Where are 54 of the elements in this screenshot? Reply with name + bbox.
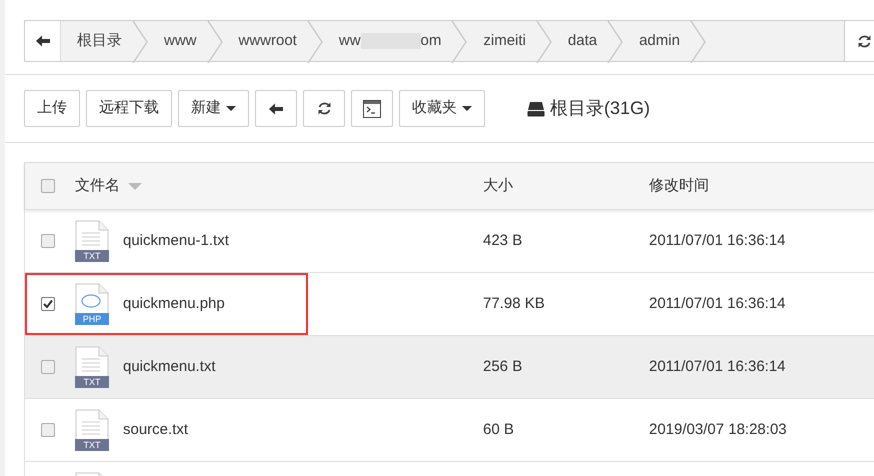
- refresh-icon: [857, 34, 872, 48]
- back-arrow-icon: [34, 34, 50, 48]
- file-name[interactable]: source.txt: [123, 418, 188, 442]
- table-row[interactable]: TXT quickmenu-1.txt 423 B 2011/07/01 16:36:14: [25, 209, 874, 272]
- file-icon: TXT: [75, 346, 109, 388]
- dropdown-button[interactable]: 新建: [178, 90, 249, 127]
- toolbar-button[interactable]: 上传: [24, 90, 80, 127]
- modified-time: 2011/07/01 16:36:14: [649, 230, 787, 251]
- modified-time: 2011/07/01 16:36:14: [649, 356, 787, 377]
- refresh-icon: [316, 101, 332, 116]
- back-arrow-icon: [268, 102, 284, 116]
- file-size: 77.98 KB: [483, 294, 546, 314]
- caret-icon: [226, 106, 236, 111]
- terminal-icon: [363, 100, 381, 118]
- checkbox[interactable]: [41, 234, 55, 248]
- sort-caret-icon: [128, 182, 142, 190]
- back-button[interactable]: [255, 90, 297, 127]
- file-name[interactable]: quickmenu-1.txt: [123, 230, 229, 252]
- file-icon: TXT: [75, 220, 109, 262]
- dropdown-button[interactable]: 收藏夹: [399, 90, 485, 127]
- file-size: 423 B: [483, 230, 524, 251]
- file-size: 60 B: [483, 420, 515, 440]
- modified-time: 2011/07/01 16:36:14: [649, 294, 787, 314]
- refresh-button[interactable]: [303, 90, 345, 127]
- column-header: 修改时间: [649, 176, 710, 196]
- modified-time: 2019/03/07 18:28:03: [649, 420, 788, 440]
- breadcrumb-item[interactable]: admin: [623, 21, 690, 61]
- disk-label: 根目录(31G): [550, 97, 650, 120]
- breadcrumb-item[interactable]: wwwroot: [222, 21, 307, 61]
- checkbox[interactable]: [41, 360, 55, 374]
- breadcrumb-text[interactable]: ww: [338, 30, 361, 52]
- checkbox[interactable]: [41, 179, 55, 193]
- table-row[interactable]: TXT quickmenu.txt 256 B 2011/07/01 16:36:14: [25, 335, 874, 398]
- file-name[interactable]: quickmenu.txt: [123, 356, 216, 378]
- file-icon: PHP: [75, 283, 109, 325]
- table-row[interactable]: TXT source.txt 60 B 2019/03/07 18:28:03: [25, 398, 874, 461]
- back-button[interactable]: [25, 21, 61, 61]
- column-header: 大小: [483, 176, 514, 196]
- toolbar-button[interactable]: 远程下载: [86, 90, 172, 127]
- checkbox[interactable]: [41, 297, 55, 311]
- breadcrumb-item[interactable]: www: [148, 21, 206, 61]
- checkbox[interactable]: [41, 423, 55, 437]
- file-size: 256 B: [483, 356, 524, 377]
- breadcrumb-item[interactable]: data: [552, 21, 608, 61]
- column-header[interactable]: 文件名: [75, 174, 120, 198]
- file-icon: TXT: [75, 409, 109, 451]
- caret-icon: [462, 106, 472, 111]
- disk-drive-icon: [527, 100, 545, 116]
- file-name[interactable]: quickmenu.php: [123, 292, 225, 316]
- refresh-button[interactable]: [844, 21, 874, 61]
- breadcrumb-item[interactable]: 根目录: [61, 21, 132, 61]
- breadcrumb-text[interactable]: om: [420, 30, 442, 52]
- terminal-button[interactable]: [351, 90, 393, 127]
- breadcrumb-item[interactable]: zimeiti: [467, 21, 536, 61]
